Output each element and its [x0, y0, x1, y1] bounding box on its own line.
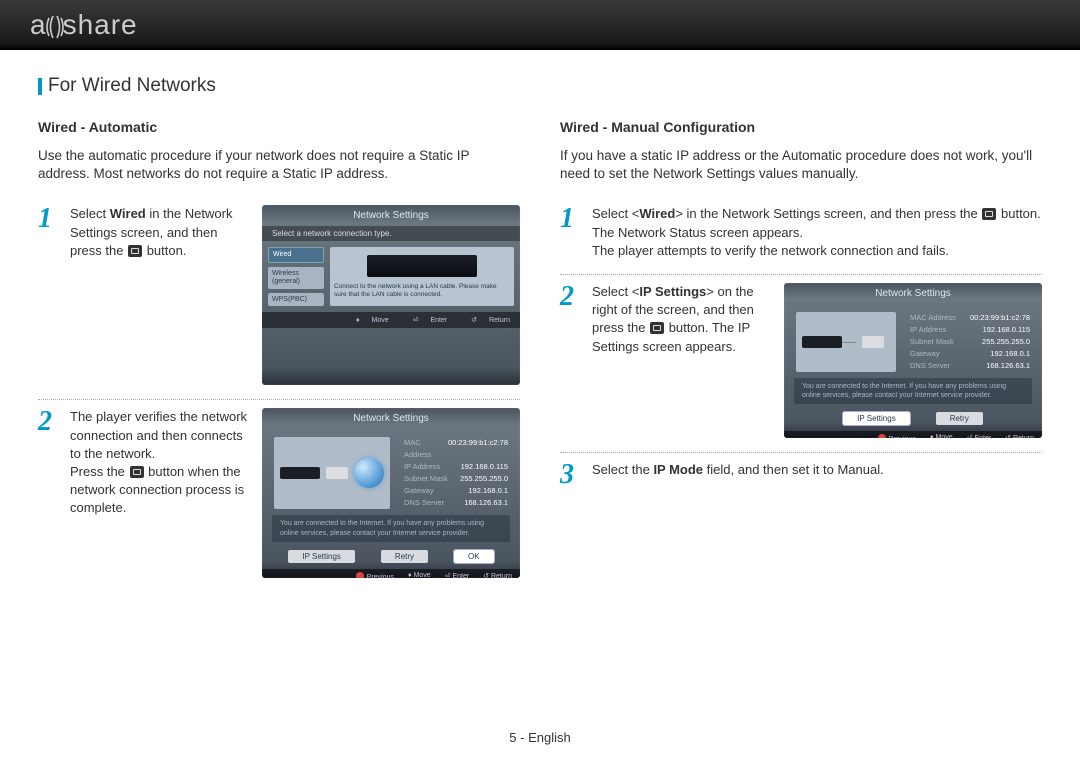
footer-move: ♦ Move: [930, 434, 953, 438]
app-header: ashare: [0, 0, 1080, 50]
footer-move: ♦ Move: [346, 316, 389, 324]
step-number: 3: [560, 461, 582, 489]
left-heading: Wired - Automatic: [38, 119, 520, 135]
right-step-2: 2 Select <IP Settings> on the right of t…: [560, 275, 1042, 453]
enter-icon: [982, 208, 996, 220]
footer-return: ↺ Return: [483, 572, 512, 579]
osd-title: Network Settings: [262, 408, 520, 429]
column-left: Wired - Automatic Use the automatic proc…: [38, 119, 520, 592]
footer-move: ♦ Move: [408, 572, 431, 579]
osd-network-status-fail: Network Settings MAC Address00:23:99:b1:…: [784, 283, 1042, 438]
left-step2-text: The player verifies the network connecti…: [70, 408, 250, 578]
device-icon: [280, 467, 320, 479]
section-title: For Wired Networks: [38, 75, 1042, 97]
text-bold: IP Settings: [639, 284, 706, 299]
footer-return: ↺ Return: [1005, 434, 1034, 438]
footer-previous: Previous: [356, 572, 394, 579]
osd-network-status-ok: Network Settings MAC Address00:23:99:b1:…: [262, 408, 520, 578]
status-message: You are connected to the Internet. If yo…: [794, 378, 1032, 404]
step-number: 2: [560, 283, 582, 438]
right-step1-text: Select <Wired> in the Network Settings s…: [592, 205, 1042, 260]
footer-enter: ⏎ Enter: [445, 572, 470, 579]
enter-icon: [650, 322, 664, 334]
column-right: Wired - Manual Configuration If you have…: [560, 119, 1042, 592]
router-icon: [326, 467, 348, 479]
step-number: 1: [38, 205, 60, 385]
device-icon: [802, 336, 842, 348]
globe-icon: [354, 458, 384, 488]
text: Select <: [592, 206, 639, 221]
left-step1-text: Select Wired in the Network Settings scr…: [70, 205, 250, 385]
text: button.: [143, 243, 186, 258]
right-intro: If you have a static IP address or the A…: [560, 147, 1042, 183]
page-content: For Wired Networks Wired - Automatic Use…: [0, 50, 1080, 592]
text: Select the: [592, 462, 653, 477]
btn-ok[interactable]: OK: [454, 550, 494, 563]
page-footer: 5 - English: [0, 730, 1080, 745]
step-number: 1: [560, 205, 582, 260]
osd-footer: Previous ♦ Move ⏎ Enter ↺ Return: [262, 569, 520, 579]
status-message: You are connected to the Internet. If yo…: [272, 515, 510, 541]
right-step-3: 3 Select the IP Mode field, and then set…: [560, 453, 1042, 503]
text-bold: Wired: [639, 206, 675, 221]
text: Select: [70, 206, 110, 221]
osd-preview: Connect to the network using a LAN cable…: [330, 247, 514, 306]
enter-icon: [130, 466, 144, 478]
text: Select <: [592, 284, 639, 299]
footer-previous: Previous: [878, 434, 916, 438]
text: The player attempts to verify the networ…: [592, 243, 949, 258]
network-details: MAC Address00:23:99:b1:c2:78 IP Address1…: [404, 437, 508, 509]
osd-footer: ♦ Move ⏎ Enter ↺ Return: [262, 312, 520, 328]
right-step-1: 1 Select <Wired> in the Network Settings…: [560, 197, 1042, 275]
device-icon: [367, 255, 477, 277]
footer-enter: ⏎ Enter: [967, 434, 992, 438]
osd-caption: Connect to the network using a LAN cable…: [334, 283, 510, 299]
osd-sidebar: Wired Wireless (general) WPS(PBC): [268, 247, 324, 306]
left-intro: Use the automatic procedure if your netw…: [38, 147, 520, 183]
osd-option-wired[interactable]: Wired: [268, 247, 324, 263]
text: Press the: [70, 464, 129, 479]
left-step-2: 2 The player verifies the network connec…: [38, 400, 520, 592]
osd-title: Network Settings: [262, 205, 520, 226]
two-column-layout: Wired - Automatic Use the automatic proc…: [38, 119, 1042, 592]
btn-ip-settings[interactable]: IP Settings: [843, 412, 910, 425]
osd-title: Network Settings: [784, 283, 1042, 304]
text: The player verifies the network connecti…: [70, 409, 247, 460]
router-icon: [862, 336, 884, 348]
text-bold: IP Mode: [653, 462, 703, 477]
step-number: 2: [38, 408, 60, 578]
network-details: MAC Address00:23:99:b1:c2:78 IP Address1…: [910, 312, 1030, 372]
osd-option-wireless[interactable]: Wireless (general): [268, 267, 324, 288]
logo-waves-icon: [45, 9, 65, 41]
osd-footer: Previous ♦ Move ⏎ Enter ↺ Return: [784, 431, 1042, 438]
left-step-1: 1 Select Wired in the Network Settings s…: [38, 197, 520, 400]
brand-logo: ashare: [30, 9, 138, 41]
text-bold: Wired: [110, 206, 146, 221]
text: field, and then set it to Manual.: [703, 462, 884, 477]
footer-return: ↺ Return: [461, 316, 510, 324]
right-step2-text: Select <IP Settings> on the right of the…: [592, 283, 772, 438]
footer-enter: ⏎ Enter: [403, 316, 448, 324]
osd-subtitle: Select a network connection type.: [262, 226, 520, 241]
btn-retry[interactable]: Retry: [381, 550, 428, 563]
osd-diagram: [274, 437, 390, 509]
text: > in the Network Settings screen, and th…: [675, 206, 981, 221]
osd-option-wps[interactable]: WPS(PBC): [268, 293, 324, 307]
osd-connection-type: Network Settings Select a network connec…: [262, 205, 520, 385]
enter-icon: [128, 245, 142, 257]
osd-diagram: [796, 312, 896, 372]
right-step3-text: Select the IP Mode field, and then set i…: [592, 461, 1042, 489]
right-heading: Wired - Manual Configuration: [560, 119, 1042, 135]
btn-retry[interactable]: Retry: [936, 412, 983, 425]
btn-ip-settings[interactable]: IP Settings: [288, 550, 355, 563]
